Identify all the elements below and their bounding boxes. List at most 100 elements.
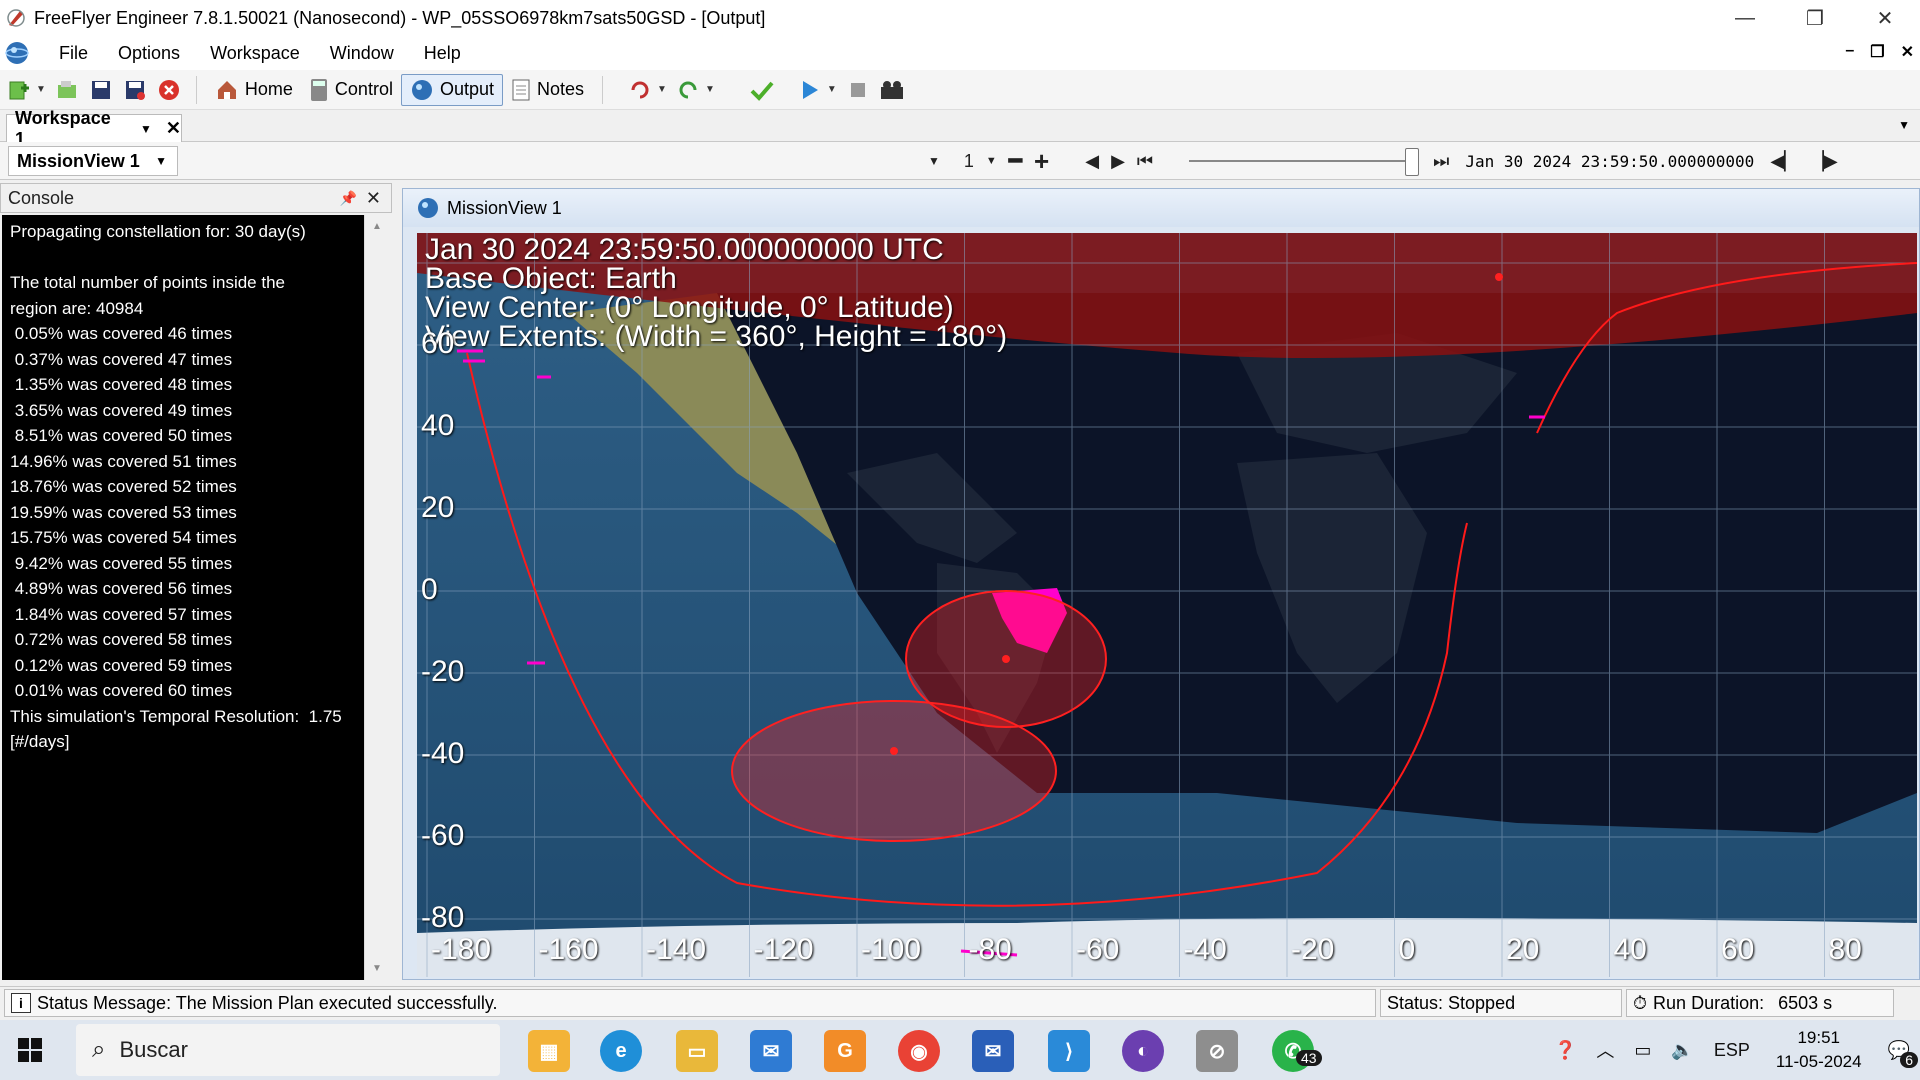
tab-list-chevron-icon[interactable]: ▼ <box>1898 118 1910 132</box>
satellite-subpoint-3 <box>1495 273 1503 281</box>
map-canvas[interactable]: Jan 30 2024 23:59:50.000000000 UTC Base … <box>417 233 1917 977</box>
close-button[interactable]: ✕ <box>1850 0 1920 36</box>
stop-icon[interactable] <box>845 77 871 103</box>
latitude-label: 0 <box>421 573 438 606</box>
validate-check-icon[interactable] <box>749 77 775 103</box>
latitude-label: -40 <box>421 737 465 770</box>
console-line: 15.75% was covered 54 times <box>10 528 237 547</box>
menu-window[interactable]: Window <box>315 43 409 64</box>
chrome-browser-icon[interactable]: ◉ <box>898 1030 940 1072</box>
control-label: Control <box>334 79 393 99</box>
taskbar-search[interactable]: ⌕ Buscar <box>76 1024 500 1076</box>
open-icon[interactable] <box>54 77 80 103</box>
vscode-icon[interactable]: ⟩ <box>1048 1030 1090 1072</box>
chevron-down-icon[interactable]: ▼ <box>140 122 152 136</box>
playback-dropdown-icon[interactable]: ▼ <box>928 146 940 176</box>
menu-file[interactable]: File <box>44 43 103 64</box>
clock[interactable]: 19:51 11-05-2024 <box>1776 1026 1862 1074</box>
undo-dropdown-caret-icon[interactable]: ▼ <box>657 84 667 95</box>
console-line: Propagating constellation for: 30 day(s) <box>10 222 306 241</box>
outlook-icon[interactable]: ✉ <box>972 1030 1014 1072</box>
redo-icon[interactable] <box>675 77 701 103</box>
mdi-restore-button[interactable]: ❐ <box>1870 42 1884 62</box>
step-forward-icon[interactable]: ▕▶ <box>1810 146 1838 176</box>
undo-icon[interactable] <box>627 77 653 103</box>
minimize-button[interactable]: — <box>1710 0 1780 36</box>
step-back-icon[interactable]: ◀ <box>1085 146 1099 176</box>
save-as-icon[interactable] <box>122 77 148 103</box>
view-control-row: MissionView 1 ▼ ▼ 1 ▼ ━ + ◀ ▶ ⏮ ⏭ Jan 30… <box>0 142 1920 180</box>
console-scrollbar[interactable]: ▲ ▼ <box>364 215 390 980</box>
title-bar: FreeFlyer Engineer 7.8.1.50021 (Nanoseco… <box>0 0 1920 36</box>
menu-help[interactable]: Help <box>409 43 476 64</box>
skip-to-end-icon[interactable]: ⏭ <box>1433 146 1449 176</box>
close-file-icon[interactable] <box>156 77 182 103</box>
pdf-tool-icon[interactable]: G <box>824 1030 866 1072</box>
map-overlay-info: Jan 30 2024 23:59:50.000000000 UTC Base … <box>425 235 1007 352</box>
restore-button[interactable]: ❐ <box>1780 0 1850 36</box>
search-icon: ⌕ <box>92 1036 106 1063</box>
volume-icon[interactable]: 🔈 <box>1671 1040 1693 1061</box>
edge-browser-icon[interactable]: e <box>600 1030 642 1072</box>
run-play-icon[interactable] <box>797 77 823 103</box>
scroll-up-icon[interactable]: ▲ <box>372 221 382 232</box>
new-icon[interactable] <box>6 77 32 103</box>
app-globe-icon[interactable] <box>4 40 30 66</box>
pin-icon[interactable]: 📌 <box>340 190 357 207</box>
console-line: 4.89% was covered 56 times <box>10 579 233 598</box>
longitude-label: -40 <box>1183 933 1227 966</box>
workspace-tab[interactable]: Workspace 1 ▼ ✕ <box>6 108 182 149</box>
scroll-down-icon[interactable]: ▼ <box>372 963 382 974</box>
step-backward-icon[interactable]: ◀▏ <box>1770 146 1798 176</box>
console-line: 8.51% was covered 50 times <box>10 426 233 445</box>
decrease-icon[interactable]: ━ <box>1009 146 1022 176</box>
notes-icon <box>512 79 530 100</box>
freeflyer-logo-icon <box>7 9 25 27</box>
longitude-label: -180 <box>431 933 492 966</box>
chevron-up-icon[interactable]: ︿ <box>1596 1037 1614 1063</box>
redo-dropdown-caret-icon[interactable]: ▼ <box>705 84 715 95</box>
control-button[interactable]: Control <box>301 74 401 106</box>
longitude-label: 40 <box>1613 933 1647 966</box>
step-size-value[interactable]: 1 <box>964 146 974 176</box>
file-explorer-icon[interactable]: ▭ <box>676 1030 718 1072</box>
current-time-display: Jan 30 2024 23:59:50.000000000 <box>1465 151 1755 171</box>
home-button[interactable]: Home <box>207 74 301 106</box>
windows-start-icon[interactable] <box>0 1020 60 1080</box>
increase-icon[interactable]: + <box>1034 146 1049 176</box>
close-console-icon[interactable]: ✕ <box>366 188 381 209</box>
notification-icon[interactable]: 💬 6 <box>1888 1040 1918 1068</box>
battery-icon[interactable]: ▭ <box>1634 1040 1651 1061</box>
mdi-minimize-button[interactable]: – <box>1845 42 1854 62</box>
latitude-label: -20 <box>421 655 465 688</box>
notes-button[interactable]: Notes <box>503 74 592 106</box>
output-label: Output <box>439 79 494 99</box>
mdi-close-button[interactable]: ✕ <box>1901 42 1914 62</box>
mail-icon[interactable]: ✉ <box>750 1030 792 1072</box>
menu-workspace[interactable]: Workspace <box>195 43 315 64</box>
rewind-to-start-icon[interactable]: ⏮ <box>1137 146 1153 176</box>
status-state: Status: Stopped <box>1387 992 1516 1013</box>
close-tab-icon[interactable]: ✕ <box>166 118 181 139</box>
window-title: FreeFlyer Engineer 7.8.1.50021 (Nanoseco… <box>34 7 766 28</box>
longitude-label: -160 <box>538 933 599 966</box>
help-icon[interactable]: ❓ <box>1554 1040 1576 1061</box>
longitude-label: -120 <box>753 933 814 966</box>
view-selector[interactable]: MissionView 1 ▼ <box>8 146 178 176</box>
language-indicator[interactable]: ESP <box>1714 1040 1750 1061</box>
save-icon[interactable] <box>88 77 114 103</box>
menu-options[interactable]: Options <box>103 43 195 64</box>
freeflyer-taskbar-icon[interactable]: ⊘ <box>1196 1030 1238 1072</box>
play-icon[interactable]: ▶ <box>1111 146 1125 176</box>
windows-taskbar: ⌕ Buscar ▦ e ▭ ✉ G ◉ ✉ ⟩ ◐ ⊘ ✆ 43 ❓ ︿ ▭ … <box>0 1020 1920 1080</box>
run-dropdown-caret-icon[interactable]: ▼ <box>827 84 837 95</box>
new-dropdown-caret-icon[interactable]: ▼ <box>36 84 46 95</box>
microsoft-store-icon[interactable]: ▦ <box>528 1030 570 1072</box>
output-button[interactable]: Output <box>400 73 503 106</box>
camera-record-icon[interactable] <box>879 77 905 103</box>
github-desktop-icon[interactable]: ◐ <box>1122 1030 1164 1072</box>
slider-thumb[interactable] <box>1405 148 1420 176</box>
time-slider[interactable] <box>1189 146 1420 176</box>
step-dropdown-icon[interactable]: ▼ <box>986 146 997 176</box>
coverage-circle-2 <box>731 700 1057 842</box>
